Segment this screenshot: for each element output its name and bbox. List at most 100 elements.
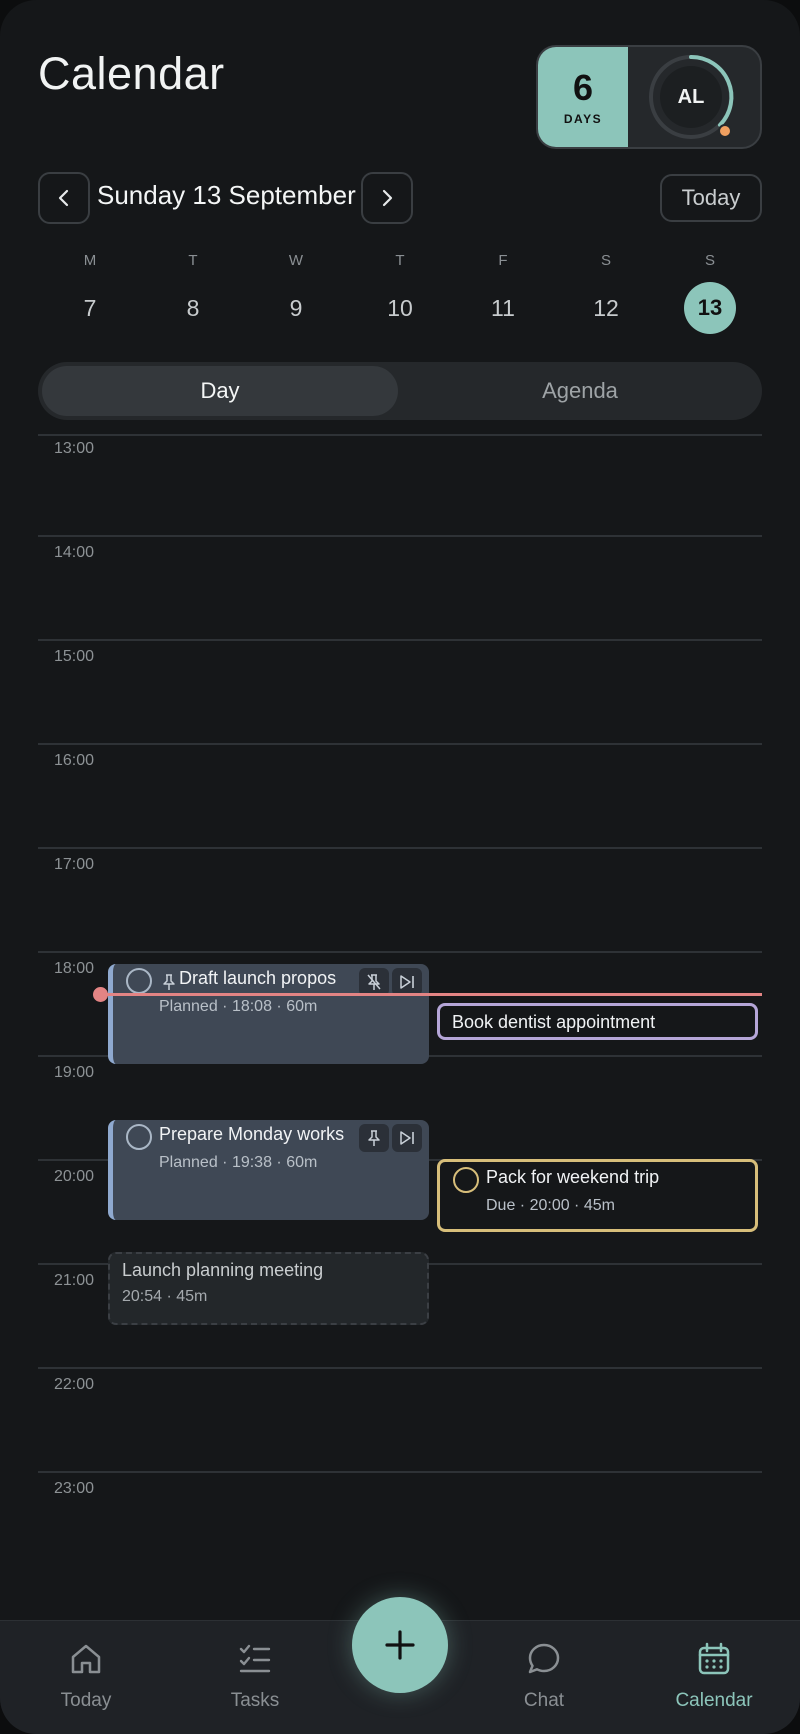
tab-label: Tasks [230,1690,280,1711]
skip-forward-icon [400,1131,414,1145]
event-meta: 20:54 · 45m [122,1288,208,1305]
current-time-line [100,993,762,996]
hour-divider [38,951,762,953]
day-number: 10 [387,294,413,321]
hour-label: 17:00 [53,856,94,873]
tasks-icon [239,1644,271,1673]
hour-label: 18:00 [53,960,94,977]
chevron-left-icon [58,189,69,207]
event-title: Launch planning meeting [122,1260,324,1280]
weekday-letter: S [600,252,611,269]
calendar-screen: Calendar 6 DAYS AL Sunday 13 September T… [0,0,800,1734]
streak-count: 6 [572,67,594,108]
today-button[interactable]: Today [660,174,762,222]
hour-divider [38,847,762,849]
event-meta: Planned · 18:08 · 60m [159,998,318,1015]
streak-label: DAYS [563,112,603,126]
page-title: Calendar [38,48,225,99]
streak-card[interactable]: 6 DAYS AL [536,45,762,149]
next-day-button[interactable] [361,172,413,224]
view-toggle: Day Agenda [38,362,762,420]
hour-label: 15:00 [53,648,94,665]
hour-divider [38,1471,762,1473]
hour-label: 20:00 [53,1168,94,1185]
day-number: 12 [593,294,619,321]
day-number: 11 [491,294,515,321]
status-dot [718,124,732,138]
tab-label: Chat [523,1690,565,1711]
week-strip: M 7 T 8 W 9 T 10 F 11 S 12 S 13 [38,252,762,334]
skip-forward-icon [400,975,414,989]
hour-divider [38,434,762,436]
week-day-selected[interactable]: S 13 [680,252,740,334]
chat-icon [528,1643,560,1674]
tab-calendar[interactable]: Calendar [654,1641,774,1712]
avatar: AL [660,66,722,128]
tab-label: Calendar [675,1690,753,1711]
tab-label: Today [60,1690,112,1711]
calendar-icon [698,1642,730,1675]
plus-icon [385,1630,415,1660]
weekday-letter: F [498,252,508,269]
event-card-prepare-monday[interactable]: Prepare Monday works Planned · 19:38 · 6… [108,1120,429,1220]
event-meta: Planned · 19:38 · 60m [159,1154,318,1171]
week-day[interactable]: T 10 [370,252,430,334]
complete-checkbox[interactable] [126,968,152,994]
weekday-letter: W [288,252,304,269]
chevron-right-icon [382,189,393,207]
hour-label: 14:00 [53,544,94,561]
hour-label: 19:00 [53,1064,94,1081]
skip-button[interactable] [392,968,422,996]
day-number: 7 [83,294,97,321]
week-day[interactable]: W 9 [266,252,326,334]
tab-agenda[interactable]: Agenda [402,366,758,416]
pin-icon [368,1130,380,1146]
weekday-letter: S [704,252,715,269]
current-time-dot [93,987,108,1002]
hour-label: 22:00 [53,1376,94,1393]
hour-divider [38,639,762,641]
avatar-progress[interactable]: AL [646,52,736,142]
event-card-draft-launch[interactable]: Draft launch propos Planned · 18:08 · 60… [108,964,429,1064]
pin-icon [163,974,175,990]
home-icon [71,1644,101,1674]
unpin-button[interactable] [359,968,389,996]
hour-label: 21:00 [53,1272,94,1289]
week-day[interactable]: F 11 [473,252,533,334]
event-title: Prepare Monday works [159,1124,345,1144]
current-date-label: Sunday 13 September [97,180,356,210]
event-card-launch-meeting[interactable]: Launch planning meeting 20:54 · 45m [108,1252,429,1325]
event-card-pack-trip[interactable]: Pack for weekend trip Due · 20:00 · 45m [437,1159,758,1232]
skip-button[interactable] [392,1124,422,1152]
tab-tasks[interactable]: Tasks [195,1641,315,1712]
pin-button[interactable] [359,1124,389,1152]
complete-checkbox[interactable] [126,1124,152,1150]
hour-divider [38,743,762,745]
week-day[interactable]: S 12 [576,252,636,334]
day-number: 13 [684,282,736,334]
complete-checkbox[interactable] [453,1167,479,1193]
hour-label: 13:00 [53,440,94,457]
hour-divider [38,1367,762,1369]
hour-label: 23:00 [53,1480,94,1497]
weekday-letter: M [83,252,97,269]
day-number: 9 [289,294,303,321]
hour-divider [38,535,762,537]
tab-chat[interactable]: Chat [484,1641,604,1712]
weekday-letter: T [395,252,405,269]
weekday-letter: T [188,252,198,269]
tab-today[interactable]: Today [26,1641,146,1712]
streak-counter: 6 DAYS [538,47,628,147]
event-title: Book dentist appointment [452,1012,656,1032]
event-card-book-dentist[interactable]: Book dentist appointment [437,1003,758,1040]
previous-day-button[interactable] [38,172,90,224]
day-number: 8 [186,294,200,321]
week-day[interactable]: T 8 [163,252,223,334]
add-button[interactable] [352,1597,448,1693]
unpin-icon [367,974,381,990]
tab-day[interactable]: Day [42,366,398,416]
event-title: Pack for weekend trip [486,1167,660,1187]
event-meta: Due · 20:00 · 45m [486,1197,615,1214]
event-title: Draft launch propos [179,968,337,988]
week-day[interactable]: M 7 [60,252,120,334]
